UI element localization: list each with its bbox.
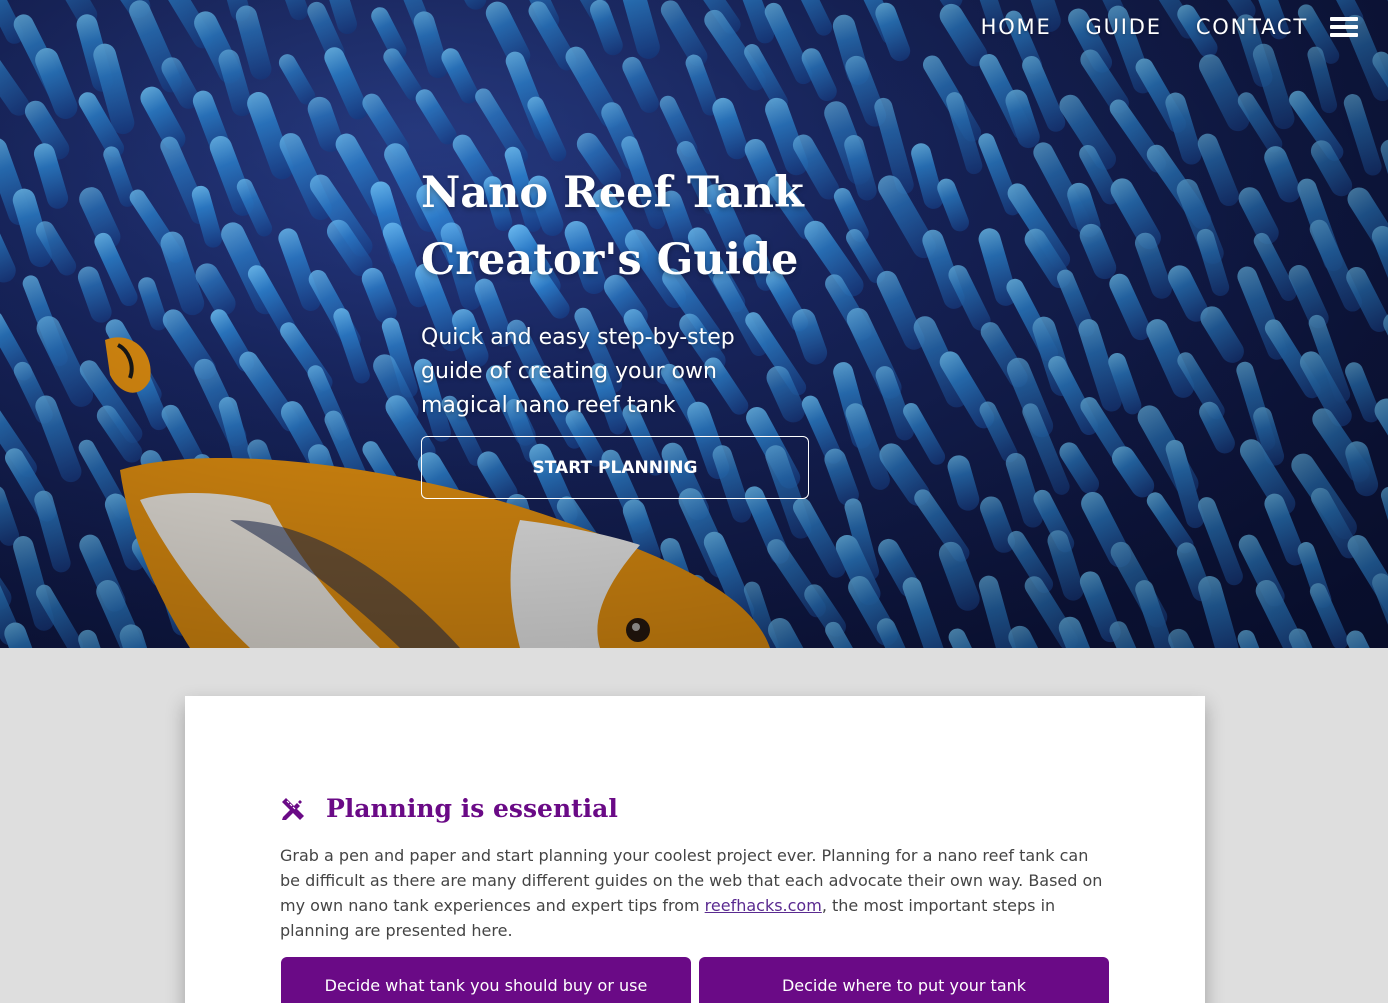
decide-tank-button[interactable]: Decide what tank you should buy or use xyxy=(281,957,691,1003)
start-planning-button[interactable]: START PLANNING xyxy=(421,436,809,499)
reefhacks-link[interactable]: reefhacks.com xyxy=(705,896,822,915)
hero-title-line1: Nano Reef Tank xyxy=(421,168,804,218)
hero-content: Nano Reef Tank Creator's Guide Quick and… xyxy=(421,160,821,499)
planning-paragraph: Grab a pen and paper and start planning … xyxy=(280,843,1110,943)
nav-contact-link[interactable]: CONTACT xyxy=(1196,15,1308,39)
planning-actions: Decide what tank you should buy or use D… xyxy=(281,957,1109,1003)
hero-subtitle: Quick and easy step-by-step guide of cre… xyxy=(421,325,735,418)
planning-title: Planning is essential xyxy=(326,794,618,823)
decide-location-button[interactable]: Decide where to put your tank xyxy=(699,957,1109,1003)
hero-banner: HOME GUIDE CONTACT Nano Reef Tank Creato… xyxy=(0,0,1388,648)
nav-home-link[interactable]: HOME xyxy=(981,15,1052,39)
nav-guide-link[interactable]: GUIDE xyxy=(1086,15,1162,39)
hero-title: Nano Reef Tank Creator's Guide xyxy=(421,160,821,294)
planning-section: Planning is essential Grab a pen and pap… xyxy=(280,794,1110,943)
planning-heading: Planning is essential xyxy=(280,794,1110,823)
hamburger-menu-icon[interactable] xyxy=(1330,14,1358,40)
content-card: Planning is essential Grab a pen and pap… xyxy=(185,696,1205,1003)
pencil-ruler-icon xyxy=(282,797,304,820)
top-nav: HOME GUIDE CONTACT xyxy=(981,14,1358,40)
hero-title-line2: Creator's Guide xyxy=(421,235,799,285)
